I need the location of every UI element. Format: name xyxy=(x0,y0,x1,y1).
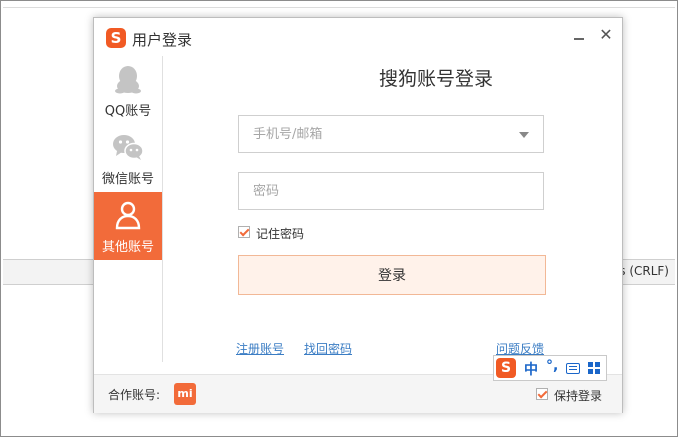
remember-password-checkbox[interactable] xyxy=(238,226,250,238)
keyboard-icon[interactable] xyxy=(566,363,580,374)
title-bar: S 用户登录 ✕ xyxy=(94,18,622,56)
ime-punctuation-mode[interactable]: °, xyxy=(546,358,558,374)
window-title: 用户登录 xyxy=(132,31,193,49)
tab-label: QQ账号 xyxy=(104,104,152,119)
xiaomi-login-icon[interactable]: mi xyxy=(174,383,196,405)
qq-penguin-icon xyxy=(115,66,141,94)
password-field[interactable] xyxy=(238,172,544,210)
find-password-link[interactable]: 找回密码 xyxy=(304,340,352,357)
sogou-logo-icon: S xyxy=(106,28,126,48)
wechat-icon xyxy=(113,135,144,160)
tab-label: 微信账号 xyxy=(101,172,154,187)
keep-login-checkbox[interactable] xyxy=(536,388,548,400)
ime-toolbox-icon[interactable] xyxy=(588,362,601,375)
ime-toolbar[interactable]: S 中 °, xyxy=(493,355,607,381)
close-button[interactable]: ✕ xyxy=(596,24,616,46)
login-button[interactable]: 登录 xyxy=(238,255,546,295)
tab-other-account[interactable]: 其他账号 xyxy=(94,192,162,260)
partner-account-label: 合作账号: xyxy=(108,388,161,402)
remember-password-label[interactable]: 记住密码 xyxy=(256,225,304,242)
account-input[interactable] xyxy=(239,116,543,152)
chevron-down-icon[interactable] xyxy=(519,132,529,138)
sogou-ime-logo-icon[interactable]: S xyxy=(496,358,516,378)
account-field[interactable] xyxy=(238,115,544,153)
login-heading: 搜狗账号登录 xyxy=(378,68,493,90)
user-icon xyxy=(115,201,141,230)
register-link[interactable]: 注册账号 xyxy=(236,340,284,357)
password-input[interactable] xyxy=(239,173,543,209)
account-type-tabs: QQ账号 微信账号 其他账号 xyxy=(94,56,163,362)
tab-qq-account[interactable]: QQ账号 xyxy=(94,56,162,124)
minimize-button[interactable] xyxy=(570,24,588,46)
tab-label: 其他账号 xyxy=(101,240,154,255)
ime-chinese-mode[interactable]: 中 xyxy=(524,359,538,379)
tab-wechat-account[interactable]: 微信账号 xyxy=(94,124,162,192)
background-toolbar xyxy=(3,3,675,8)
login-dialog: S 用户登录 ✕ QQ账号 微信账号 其他账号 搜狗账号登录 手机号/邮箱 记住… xyxy=(93,17,623,413)
keep-login-label[interactable]: 保持登录 xyxy=(554,387,602,404)
